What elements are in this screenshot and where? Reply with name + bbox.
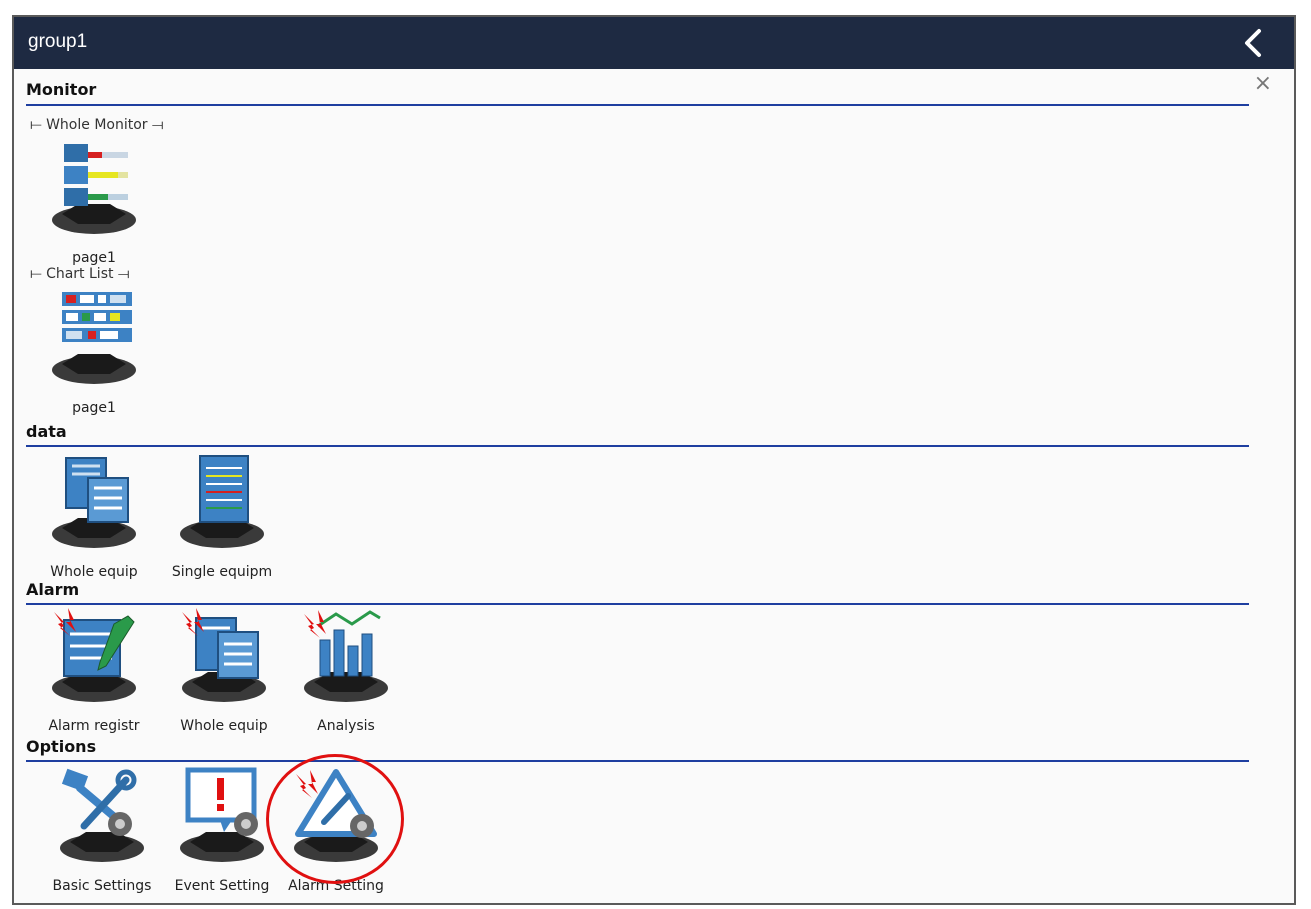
- tile-label: Analysis: [317, 718, 375, 734]
- close-icon[interactable]: ×: [1254, 73, 1272, 95]
- alarm-analysis-icon: [304, 610, 388, 702]
- bracket-left-icon: ⟝: [30, 117, 42, 133]
- tile-basic-settings[interactable]: Basic Settings: [42, 766, 162, 902]
- tile-label: Whole equip: [50, 564, 138, 580]
- section-divider: [26, 445, 1249, 447]
- section-title-alarm: Alarm: [26, 580, 80, 599]
- tile-whole-monitor-page1[interactable]: page1: [34, 138, 154, 274]
- tile-alarm-setting[interactable]: Alarm Setting: [276, 766, 396, 902]
- subheading-whole-monitor: ⟝ Whole Monitor ⟞: [30, 117, 164, 133]
- tile-label: Alarm Setting: [288, 878, 384, 894]
- back-chevron-icon[interactable]: [1240, 27, 1266, 59]
- bracket-right-icon: ⟞: [151, 117, 164, 133]
- tile-alarm-registration[interactable]: Alarm registr: [34, 606, 154, 742]
- tile-single-equipment-data[interactable]: Single equipm: [162, 452, 282, 588]
- tile-alarm-analysis[interactable]: Analysis: [286, 606, 406, 742]
- tile-label: page1: [72, 400, 116, 416]
- tile-label: Single equipm: [171, 564, 273, 580]
- tile-whole-equipment-data[interactable]: Whole equip: [34, 452, 154, 588]
- tile-chart-list-page1[interactable]: page1: [34, 288, 154, 424]
- basic-settings-icon: [60, 768, 144, 862]
- bracket-right-icon: ⟞: [117, 266, 130, 282]
- bracket-left-icon: ⟝: [30, 266, 42, 282]
- alarm-registration-icon: [52, 608, 136, 702]
- title-bar: group1: [14, 17, 1294, 69]
- subheading-label: Whole Monitor: [46, 117, 148, 133]
- subheading-label: Chart List: [46, 266, 114, 282]
- section-title-data: data: [26, 422, 67, 441]
- tile-whole-equipment-alarm[interactable]: Whole equip: [164, 606, 284, 742]
- section-divider: [26, 603, 1249, 605]
- whole-equipment-alarm-icon: [182, 608, 266, 702]
- tile-label: Alarm registr: [48, 718, 140, 734]
- single-equipment-data-icon: [180, 455, 264, 548]
- whole-monitor-page-icon: [52, 144, 136, 234]
- tile-label: page1: [72, 250, 116, 266]
- section-title-monitor: Monitor: [26, 80, 97, 99]
- tile-label: Basic Settings: [52, 878, 152, 894]
- tile-label: Event Setting: [174, 878, 270, 894]
- event-setting-icon: [180, 767, 264, 862]
- window-title: group1: [28, 31, 88, 52]
- tile-event-setting[interactable]: Event Setting: [162, 766, 282, 902]
- chart-list-page-icon: [52, 292, 136, 384]
- section-divider: [26, 760, 1249, 762]
- section-divider: [26, 104, 1249, 106]
- subheading-chart-list: ⟝ Chart List ⟞: [30, 266, 130, 282]
- section-title-options: Options: [26, 737, 97, 756]
- whole-equipment-data-icon: [52, 457, 136, 548]
- alarm-setting-icon: [294, 769, 378, 862]
- tile-label: Whole equip: [180, 718, 268, 734]
